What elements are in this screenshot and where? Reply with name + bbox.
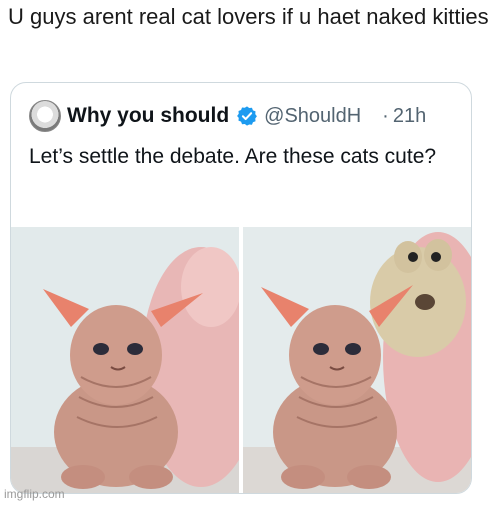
kitten-image-left-icon <box>11 227 239 493</box>
embedded-tweet-card[interactable]: Why you should @ShouldH · 21h Let’s sett… <box>10 82 472 494</box>
display-name[interactable]: Why you should <box>67 104 229 128</box>
timestamp[interactable]: 21h <box>393 105 426 128</box>
kitten-photo-left[interactable] <box>11 227 239 493</box>
user-handle[interactable]: @ShouldH <box>264 105 378 128</box>
verified-badge-icon <box>237 106 258 126</box>
tweet-text: Let’s settle the debate. Are these cats … <box>29 145 437 168</box>
kitten-photo-right[interactable] <box>243 227 471 493</box>
dot-separator: · <box>382 104 389 127</box>
cat-avatar-icon[interactable] <box>29 100 61 132</box>
tweet-media <box>11 227 471 493</box>
imgflip-watermark: imgflip.com <box>4 487 65 501</box>
tweet-header: Why you should @ShouldH · 21h <box>29 99 426 133</box>
kitten-image-right-icon <box>243 227 471 493</box>
meme-caption: U guys arent real cat lovers if u haet n… <box>8 4 489 29</box>
